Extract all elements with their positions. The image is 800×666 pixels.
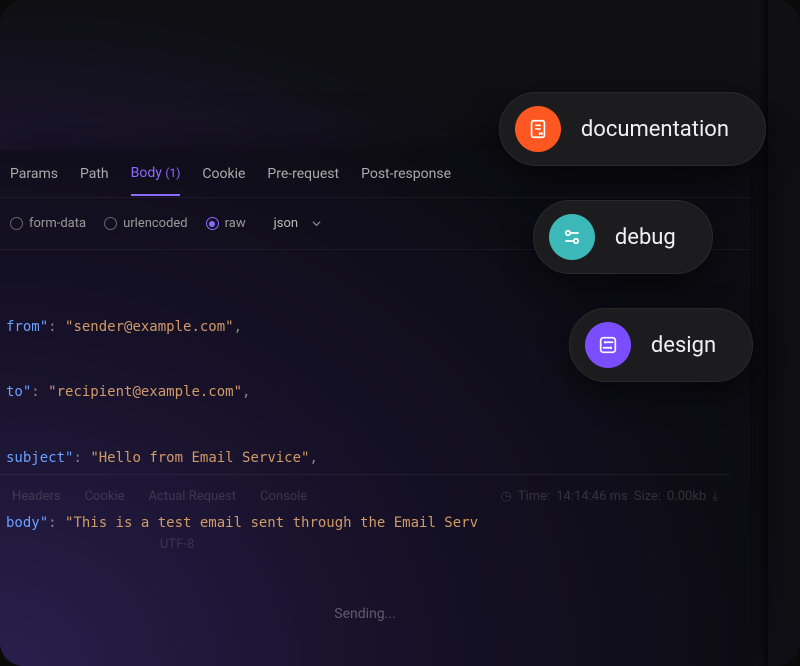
- pill-design-label: design: [651, 333, 716, 358]
- pill-debug[interactable]: debug: [533, 200, 713, 274]
- radio-raw-label: raw: [225, 216, 246, 231]
- response-tab-cookie[interactable]: Cookie: [85, 489, 125, 504]
- format-select-value: json: [274, 216, 298, 231]
- download-icon: ⤓: [712, 489, 718, 504]
- encoding-label: UTF-8: [160, 537, 194, 552]
- pill-debug-label: debug: [615, 225, 676, 250]
- clock-icon: ◷: [501, 489, 512, 504]
- radio-form-data[interactable]: form-data: [10, 216, 86, 231]
- documentation-icon: [515, 106, 561, 152]
- radio-raw[interactable]: raw: [206, 216, 246, 231]
- pill-documentation[interactable]: documentation: [499, 92, 766, 166]
- code-line: subject": "Hello from Email Service",: [0, 448, 750, 470]
- tab-params[interactable]: Params: [10, 166, 58, 195]
- radio-urlencoded-label: urlencoded: [123, 216, 188, 231]
- sending-status: Sending...: [0, 606, 730, 622]
- radio-form-data-label: form-data: [29, 216, 86, 231]
- response-tab-actual-request[interactable]: Actual Request: [149, 489, 236, 504]
- chevron-down-icon: [312, 219, 321, 228]
- pill-documentation-label: documentation: [581, 117, 729, 142]
- code-line: body": "This is a test email sent throug…: [0, 513, 750, 535]
- response-tab-console[interactable]: Console: [260, 489, 307, 504]
- format-select[interactable]: json: [264, 212, 331, 235]
- pill-design[interactable]: design: [569, 308, 753, 382]
- tab-body-count: (1): [165, 166, 180, 180]
- tab-body-label: Body: [131, 165, 162, 181]
- debug-icon: [549, 214, 595, 260]
- tab-pre-request[interactable]: Pre-request: [267, 166, 339, 195]
- tab-path[interactable]: Path: [80, 166, 109, 195]
- radio-urlencoded[interactable]: urlencoded: [104, 216, 188, 231]
- app-container: Params Path Body (1) Cookie Pre-request …: [0, 0, 800, 666]
- response-tabs: Headers Cookie Actual Request Console ◷ …: [0, 474, 730, 512]
- response-status: ◷ Time: 14:14:46 ms Size: 0.00kb ⤓: [501, 489, 718, 504]
- feature-pills: documentation debug: [499, 92, 766, 382]
- code-line: to": "recipient@example.com",: [0, 382, 750, 404]
- design-icon: [585, 322, 631, 368]
- response-tab-headers[interactable]: Headers: [12, 489, 61, 504]
- tab-post-response[interactable]: Post-response: [361, 166, 451, 195]
- tab-body[interactable]: Body (1): [131, 165, 181, 196]
- tab-cookie[interactable]: Cookie: [202, 166, 245, 195]
